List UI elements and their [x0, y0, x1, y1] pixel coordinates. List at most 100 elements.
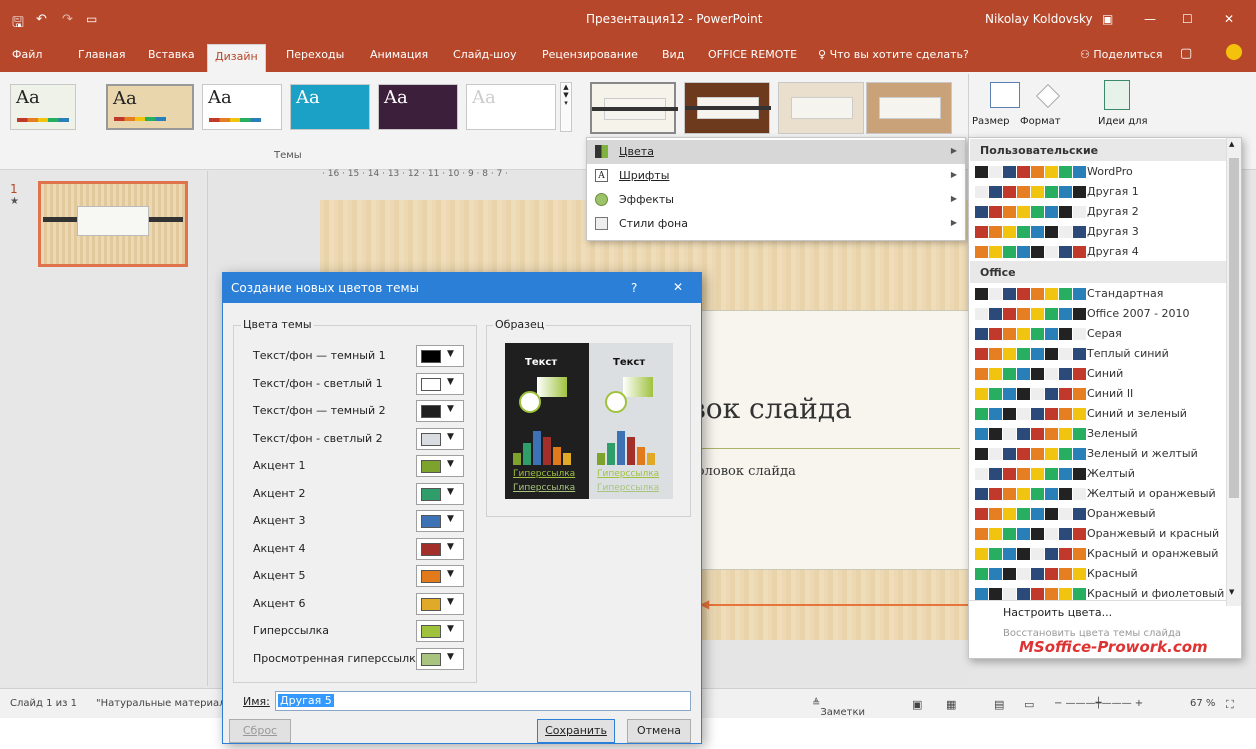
save-icon[interactable]: 🖫 — [12, 12, 24, 36]
color-picker-button[interactable]: ▼ — [416, 592, 464, 615]
scroll-up-icon[interactable]: ▲ — [1229, 140, 1239, 150]
color-swatch — [975, 328, 988, 340]
slide-thumbnail[interactable] — [38, 181, 188, 267]
theme-thumb-2[interactable]: Aa — [106, 84, 194, 130]
color-scheme-item[interactable]: Другая 2 — [975, 203, 1227, 221]
menu-item-effects[interactable]: Эффекты ▶ — [587, 188, 965, 212]
reset-button[interactable]: Сброс — [229, 719, 291, 743]
design-ideas-button[interactable]: Идеи для — [1098, 116, 1148, 127]
maximize-icon[interactable]: ☐ — [1182, 12, 1193, 26]
minimize-icon[interactable]: — — [1144, 12, 1156, 26]
color-scheme-item[interactable]: Другая 4 — [975, 243, 1227, 261]
color-picker-button[interactable]: ▼ — [416, 510, 464, 532]
fit-slide-icon[interactable]: ⛶ — [1226, 698, 1234, 712]
variant-thumb-2[interactable] — [684, 82, 771, 134]
color-scheme-item[interactable]: Серая — [975, 325, 1227, 343]
color-scheme-item[interactable]: Office 2007 - 2010 — [975, 305, 1227, 323]
slide-subtitle-placeholder[interactable]: головок слайда — [690, 464, 796, 479]
zoom-level[interactable]: 67 % — [1190, 698, 1215, 709]
menu-item-colors[interactable]: Цвета ▶ — [587, 140, 965, 164]
save-button[interactable]: Сохранить — [537, 719, 615, 743]
user-name[interactable]: Nikolay Koldovsky — [985, 12, 1093, 26]
tab-insert[interactable]: Вставка — [148, 48, 195, 61]
theme-thumb-1[interactable]: Aa — [10, 84, 76, 130]
dialog-close-button[interactable]: ✕ — [673, 280, 683, 294]
themes-scroll[interactable]: ▲ ▼ ▾ — [560, 82, 572, 132]
color-scheme-item[interactable]: Красный и оранжевый — [975, 545, 1227, 563]
color-picker-button[interactable]: ▼ — [416, 537, 464, 560]
color-scheme-item[interactable]: Красный — [975, 565, 1227, 583]
zoom-slider[interactable]: − ———┿——— + — [1054, 698, 1143, 709]
present-icon[interactable]: ▭ — [86, 12, 97, 26]
undo-icon[interactable]: ↶ — [36, 12, 47, 27]
color-picker-button[interactable]: ▼ — [416, 482, 464, 505]
menu-item-fonts[interactable]: A Шрифты ▶ — [587, 164, 965, 188]
variant-thumb-3[interactable] — [778, 82, 864, 134]
color-scheme-item[interactable]: Синий и зеленый — [975, 405, 1227, 423]
variant-thumb-4[interactable] — [866, 82, 952, 134]
color-scheme-item[interactable]: Стандартная — [975, 285, 1227, 303]
color-picker-button[interactable]: ▼ — [416, 400, 464, 422]
slide-title-placeholder[interactable]: вок слайда — [690, 392, 852, 425]
color-scheme-item[interactable]: Синий II — [975, 385, 1227, 403]
format-background-button[interactable]: Формат — [1020, 116, 1061, 127]
comments-icon[interactable]: ▢ — [1180, 46, 1192, 61]
color-scheme-item[interactable]: Желтый — [975, 465, 1227, 483]
color-swatch — [1045, 328, 1058, 340]
name-input[interactable]: Другая 5 — [275, 691, 691, 711]
tab-design[interactable]: Дизайн — [207, 44, 266, 72]
scroll-thumb[interactable] — [1229, 158, 1239, 498]
color-picker-button[interactable]: ▼ — [416, 345, 464, 367]
design-ideas-icon[interactable] — [1104, 80, 1130, 110]
color-scheme-item[interactable]: Синий — [975, 365, 1227, 383]
normal-view-icon[interactable]: ▣ — [912, 698, 922, 711]
customize-colors-item[interactable]: Настроить цвета... — [1003, 606, 1112, 619]
scroll-down-icon[interactable]: ▼ — [1229, 588, 1239, 598]
color-scheme-label: Зеленый — [1087, 427, 1138, 440]
tab-office-remote[interactable]: OFFICE REMOTE — [708, 48, 797, 61]
color-scheme-item[interactable]: WordPro — [975, 163, 1227, 181]
theme-thumb-5[interactable]: Aa — [378, 84, 458, 130]
color-picker-button[interactable]: ▼ — [416, 565, 464, 587]
color-picker-button[interactable]: ▼ — [416, 455, 464, 477]
color-scheme-item[interactable]: Другая 1 — [975, 183, 1227, 201]
slideshow-view-icon[interactable]: ▭ — [1024, 698, 1034, 711]
color-scheme-item[interactable]: Желтый и оранжевый — [975, 485, 1227, 503]
tell-me-search[interactable]: ♀ Что вы хотите сделать? — [818, 48, 969, 61]
tab-home[interactable]: Главная — [78, 48, 126, 61]
cancel-button[interactable]: Отмена — [627, 719, 691, 743]
smiley-icon[interactable] — [1226, 44, 1242, 60]
slide-size-button[interactable]: Размер — [972, 116, 1010, 127]
theme-thumb-4[interactable]: Aa — [290, 84, 370, 130]
color-scheme-item[interactable]: Другая 3 — [975, 223, 1227, 241]
color-picker-button[interactable]: ▼ — [416, 620, 464, 642]
help-button[interactable]: ? — [631, 281, 637, 295]
color-scheme-item[interactable]: Оранжевый — [975, 505, 1227, 523]
theme-thumb-3[interactable]: Aa — [202, 84, 282, 130]
tab-slideshow[interactable]: Слайд-шоу — [453, 48, 516, 61]
color-picker-button[interactable]: ▼ — [416, 647, 464, 670]
notes-button[interactable]: ≜ Заметки — [812, 698, 865, 718]
theme-thumb-6[interactable]: Aa — [466, 84, 556, 130]
variant-thumb-1[interactable] — [590, 82, 678, 134]
close-icon[interactable]: ✕ — [1224, 12, 1234, 26]
tab-view[interactable]: Вид — [662, 48, 684, 61]
color-scheme-item[interactable]: Зеленый и желтый — [975, 445, 1227, 463]
redo-icon[interactable]: ↷ — [62, 12, 73, 27]
menu-item-background-styles[interactable]: Стили фона ▶ — [587, 212, 965, 236]
sorter-view-icon[interactable]: ▦ — [946, 698, 956, 711]
color-picker-button[interactable]: ▼ — [416, 427, 464, 450]
ribbon-display-icon[interactable]: ▣ — [1102, 12, 1113, 26]
color-scheme-item[interactable]: Зеленый — [975, 425, 1227, 443]
color-scheme-item[interactable]: Оранжевый и красный — [975, 525, 1227, 543]
share-button[interactable]: ⚇ Поделиться — [1080, 48, 1162, 61]
color-scheme-item[interactable]: Теплый синий — [975, 345, 1227, 363]
tab-file[interactable]: Файл — [12, 48, 42, 61]
colors-scrollbar[interactable]: ▲ ▼ — [1226, 138, 1241, 606]
reading-view-icon[interactable]: ▤ — [994, 698, 1004, 711]
slide-size-icon[interactable] — [990, 82, 1020, 108]
tab-review[interactable]: Рецензирование — [542, 48, 638, 61]
tab-animations[interactable]: Анимация — [370, 48, 428, 61]
color-picker-button[interactable]: ▼ — [416, 372, 464, 395]
tab-transitions[interactable]: Переходы — [286, 48, 344, 61]
